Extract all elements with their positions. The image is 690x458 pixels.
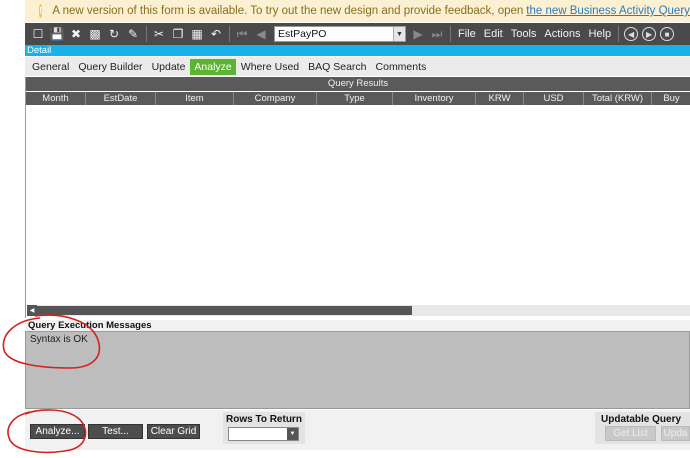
toolbar-divider <box>229 26 230 42</box>
menu-tools[interactable]: Tools <box>511 28 537 40</box>
toolbar-divider <box>618 26 620 42</box>
new-baq-app-link[interactable]: the new Business Activity Query (BAQ) ap… <box>526 5 690 17</box>
grid-header-row: Month EstDate Item Company Type Inventor… <box>26 92 690 105</box>
update-notice-bar: ! A new version of this form is availabl… <box>25 0 690 22</box>
column-header-total-krw[interactable]: Total (KRW) <box>584 92 652 105</box>
menu-edit[interactable]: Edit <box>484 28 503 40</box>
new-icon[interactable]: ☐ <box>29 25 47 43</box>
clear-grid-button[interactable]: Clear Grid <box>147 424 200 439</box>
tab-general[interactable]: General <box>28 59 73 75</box>
rows-to-return-group: Rows To Return ▼ <box>223 412 305 444</box>
undo-icon[interactable]: ↶ <box>207 25 225 43</box>
column-header-usd[interactable]: USD <box>524 92 584 105</box>
previous-record-icon[interactable]: ◀ <box>252 25 270 43</box>
forward-icon[interactable]: ▶ <box>642 27 657 41</box>
column-header-item[interactable]: Item <box>156 92 234 105</box>
warning-icon: ! <box>39 4 43 18</box>
get-list-button[interactable]: Get List <box>605 426 656 441</box>
rows-to-return-select[interactable]: ▼ <box>228 427 299 441</box>
toolbar-divider <box>146 26 147 42</box>
home-icon[interactable]: ■ <box>660 27 675 41</box>
tab-update[interactable]: Update <box>148 59 190 75</box>
menu-help[interactable]: Help <box>588 28 611 40</box>
last-record-icon[interactable]: ⏭ <box>428 25 446 43</box>
scroll-left-icon[interactable]: ◀ <box>27 305 37 316</box>
test-button[interactable]: Test... <box>88 424 143 439</box>
refresh-icon[interactable]: ↻ <box>105 25 123 43</box>
bottom-panel: Analyze... Test... Clear Grid Rows To Re… <box>25 410 690 450</box>
toolbar: ☐ 💾 ✖ ▩ ↻ ✎ ✂ ❐ ▦ ↶ ⏮ ◀ EstPayPO ▼ ▶ ⏭ F… <box>25 23 690 45</box>
column-header-buy[interactable]: Buy <box>652 92 690 105</box>
tab-analyze[interactable]: Analyze <box>190 58 236 75</box>
paste-icon[interactable]: ▦ <box>188 25 206 43</box>
column-header-company[interactable]: Company <box>234 92 317 105</box>
toolbar-divider <box>450 26 451 42</box>
updatable-query-group: Updatable Query Get List Upda <box>595 412 690 444</box>
column-header-type[interactable]: Type <box>317 92 393 105</box>
tab-comments[interactable]: Comments <box>372 59 431 75</box>
analyze-button[interactable]: Analyze... <box>30 424 85 439</box>
trash-icon[interactable]: ▩ <box>86 25 104 43</box>
messages-box: Syntax is OK <box>25 331 690 409</box>
column-header-estdate[interactable]: EstDate <box>86 92 156 105</box>
tab-query-builder[interactable]: Query Builder <box>74 59 146 75</box>
copy-icon[interactable]: ❐ <box>169 25 187 43</box>
message-text: Syntax is OK <box>30 334 88 345</box>
chevron-down-icon[interactable]: ▼ <box>393 27 405 41</box>
first-record-icon[interactable]: ⏮ <box>233 25 251 43</box>
menu-file[interactable]: File <box>458 28 476 40</box>
column-header-krw[interactable]: KRW <box>476 92 524 105</box>
grid-caption: Query Results <box>26 77 690 91</box>
back-icon[interactable]: ◀ <box>624 27 639 41</box>
tab-baq-search[interactable]: BAQ Search <box>304 59 370 75</box>
menu-actions[interactable]: Actions <box>544 28 580 40</box>
messages-title: Query Execution Messages <box>25 320 690 331</box>
chevron-down-icon[interactable]: ▼ <box>287 428 298 440</box>
updatable-query-label: Updatable Query <box>601 414 682 425</box>
column-header-month[interactable]: Month <box>26 92 86 105</box>
delete-icon[interactable]: ✖ <box>67 25 85 43</box>
next-record-icon[interactable]: ▶ <box>409 25 427 43</box>
query-results-grid[interactable]: Query Results Month EstDate Item Company… <box>25 77 690 318</box>
scrollbar-thumb[interactable] <box>37 306 412 315</box>
rows-to-return-label: Rows To Return <box>226 414 302 425</box>
save-icon[interactable]: 💾 <box>48 25 66 43</box>
clear-icon[interactable]: ✎ <box>124 25 142 43</box>
update-button[interactable]: Upda <box>661 426 690 441</box>
tab-bar: General Query Builder Update Analyze Whe… <box>25 57 690 76</box>
notice-text: A new version of this form is available.… <box>52 5 524 17</box>
cut-icon[interactable]: ✂ <box>150 25 168 43</box>
tab-where-used[interactable]: Where Used <box>237 59 303 75</box>
query-id-combo[interactable]: EstPayPO ▼ <box>274 26 406 42</box>
query-id-value: EstPayPO <box>278 28 327 40</box>
horizontal-scrollbar[interactable]: ◀ <box>27 305 690 316</box>
detail-header: Detail <box>25 45 690 56</box>
column-header-inventory[interactable]: Inventory <box>393 92 476 105</box>
